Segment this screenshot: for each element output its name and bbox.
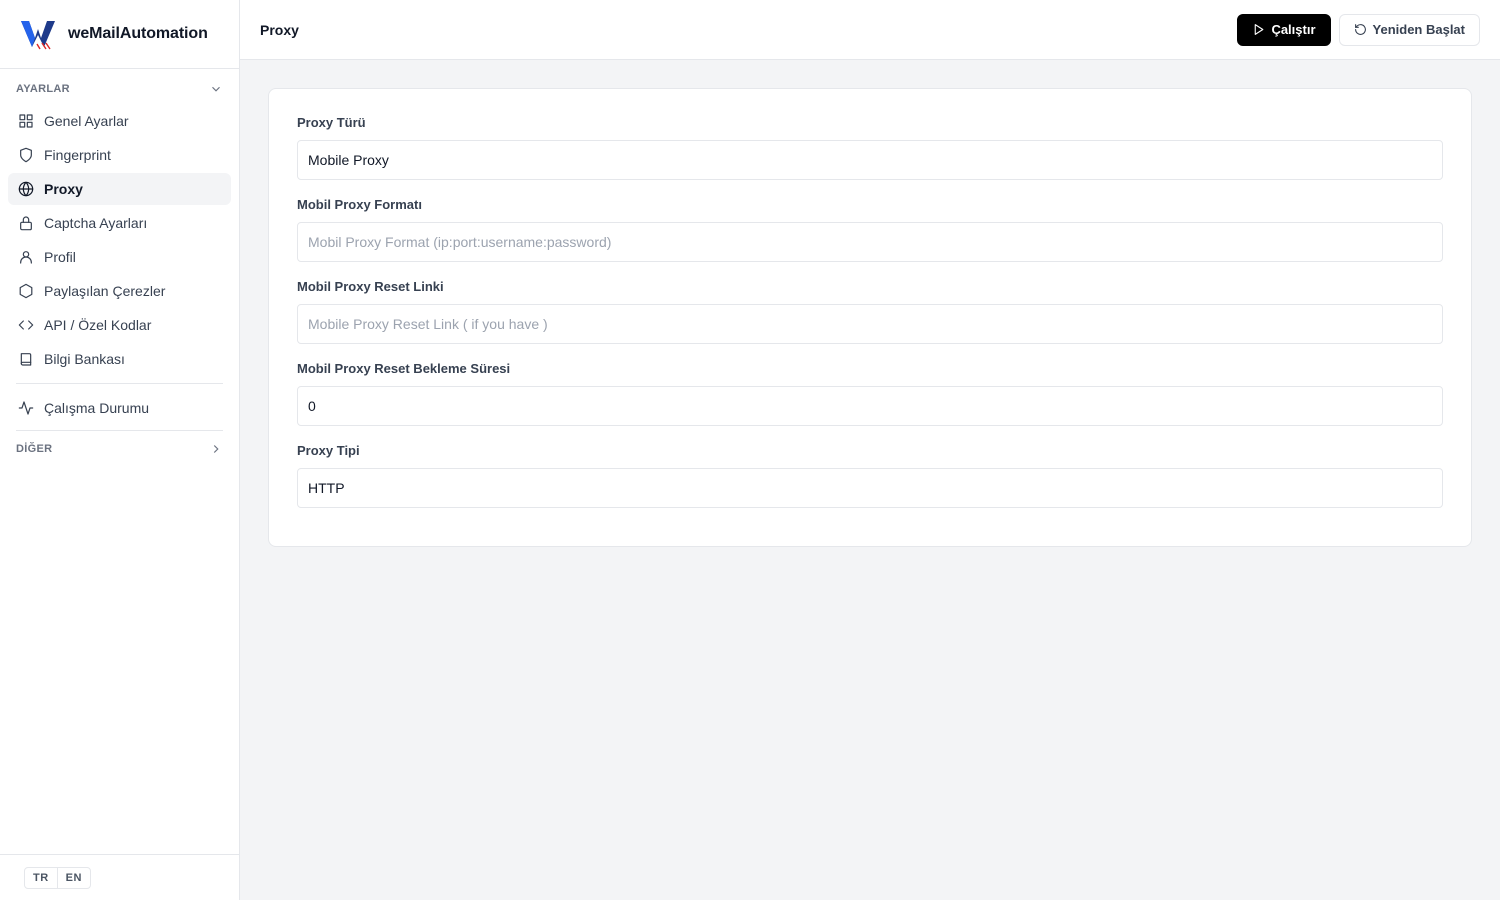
code-icon: [18, 317, 34, 333]
sidebar-item-profile[interactable]: Profil: [8, 241, 231, 273]
mobile-proxy-reset-wait-input[interactable]: 0: [297, 386, 1443, 426]
proxy-type-label: Proxy Türü: [297, 115, 366, 130]
proxy-protocol-label: Proxy Tipi: [297, 443, 360, 458]
globe-icon: [18, 181, 34, 197]
sidebar-item-captcha-settings[interactable]: Captcha Ayarları: [8, 207, 231, 239]
chevron-down-icon: [212, 86, 220, 92]
activity-icon: [18, 400, 34, 416]
book-icon: [18, 351, 34, 367]
language-bar: TR EN: [0, 854, 239, 900]
mobile-proxy-format-input[interactable]: Mobil Proxy Format (ip:port:username:pas…: [297, 222, 1443, 262]
sidebar-item-label: Çalışma Durumu: [44, 400, 150, 416]
other-section-toggle[interactable]: DİĞER: [0, 435, 239, 463]
app-name: weMailAutomation: [68, 25, 208, 42]
proxy-type-field: Proxy Türü Mobile Proxy: [297, 115, 1443, 180]
mobile-proxy-reset-link-field: Mobil Proxy Reset Linki Mobile Proxy Res…: [297, 279, 1443, 344]
proxy-protocol-select[interactable]: HTTP: [297, 468, 1443, 508]
sidebar-item-fingerprint[interactable]: Fingerprint: [8, 139, 231, 171]
mobile-proxy-format-field: Mobil Proxy Formatı Mobil Proxy Format (…: [297, 197, 1443, 262]
grid-icon: [18, 113, 34, 129]
sidebar-divider: [16, 430, 223, 431]
sidebar: weMailAutomation AYARLAR Genel Ayarlar F…: [0, 0, 240, 900]
mobile-proxy-format-label: Mobil Proxy Formatı: [297, 197, 422, 212]
header-actions: Çalıştır Yeniden Başlat: [1237, 13, 1480, 46]
rotate-ccw-icon: [1354, 24, 1366, 35]
topbar: Proxy Çalıştır Yeniden Başlat: [240, 0, 1500, 60]
sidebar-item-label: Profil: [44, 249, 76, 265]
proxy-protocol-field: Proxy Tipi HTTP: [297, 443, 1443, 508]
sidebar-item-proxy[interactable]: Proxy: [8, 173, 231, 205]
play-icon: [1255, 24, 1264, 35]
sidebar-item-label: Genel Ayarlar: [44, 113, 129, 129]
proxy-settings-card: Proxy Türü Mobile Proxy Mobil Proxy Form…: [268, 88, 1472, 547]
lock-icon: [18, 215, 34, 231]
sidebar-item-shared-cookies[interactable]: Paylaşılan Çerezler: [8, 275, 231, 307]
sidebar-item-label: Proxy: [44, 181, 83, 197]
proxy-type-select[interactable]: Mobile Proxy: [297, 140, 1443, 180]
sidebar-item-label: Captcha Ayarları: [44, 215, 148, 231]
app-logo: [21, 21, 55, 50]
sidebar-item-label: Fingerprint: [44, 147, 111, 163]
sidebar-item-label: Bilgi Bankası: [44, 351, 125, 367]
sidebar-item-label: API / Özel Kodlar: [44, 317, 152, 333]
user-icon: [18, 249, 34, 265]
mobile-proxy-reset-link-label: Mobil Proxy Reset Linki: [297, 279, 444, 294]
sidebar-item-general-settings[interactable]: Genel Ayarlar: [8, 105, 231, 137]
run-button-label: Çalıştır: [1271, 22, 1316, 37]
page-title: Proxy: [260, 21, 299, 38]
run-button[interactable]: Çalıştır: [1237, 13, 1331, 46]
restart-button[interactable]: Yeniden Başlat: [1338, 13, 1480, 46]
language-en-button[interactable]: EN: [56, 867, 90, 888]
language-tr-button[interactable]: TR: [25, 868, 57, 888]
mobile-proxy-reset-wait-label: Mobil Proxy Reset Bekleme Süresi: [297, 361, 511, 376]
chevron-right-icon: [213, 445, 219, 453]
language-switcher: TR EN: [24, 866, 91, 889]
other-section-label: DİĞER: [16, 443, 53, 455]
mobile-proxy-reset-link-input[interactable]: Mobile Proxy Reset Link ( if you have ): [297, 304, 1443, 344]
sidebar-item-knowledge-base[interactable]: Bilgi Bankası: [8, 343, 231, 375]
sidebar-item-run-status[interactable]: Çalışma Durumu: [8, 392, 231, 424]
brand[interactable]: weMailAutomation: [0, 0, 239, 69]
settings-section-toggle[interactable]: AYARLAR: [0, 75, 239, 103]
shield-icon: [18, 147, 34, 163]
sidebar-item-api-custom-codes[interactable]: API / Özel Kodlar: [8, 309, 231, 341]
hexagon-icon: [18, 283, 34, 299]
restart-button-label: Yeniden Başlat: [1372, 22, 1465, 37]
settings-section-label: AYARLAR: [16, 83, 70, 95]
sidebar-item-label: Paylaşılan Çerezler: [44, 283, 166, 299]
sidebar-divider: [16, 383, 223, 384]
mobile-proxy-reset-wait-field: Mobil Proxy Reset Bekleme Süresi 0: [297, 361, 1443, 426]
